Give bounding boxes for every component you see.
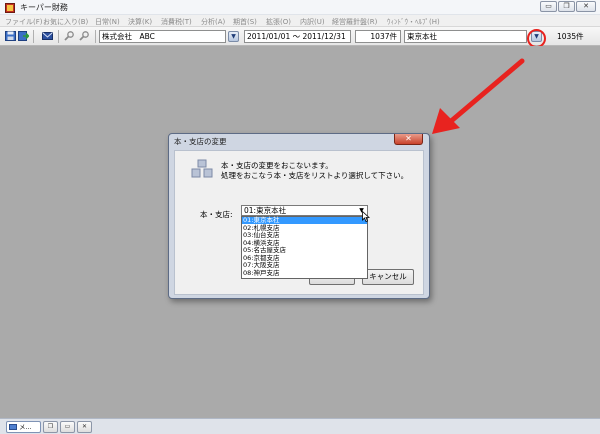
menu-analysis[interactable]: 分析(A) bbox=[201, 17, 225, 27]
app-icon bbox=[5, 3, 15, 13]
title-bar: キーパー財務 ▭ ❐ ✕ bbox=[0, 0, 600, 15]
branch-option[interactable]: 07:大阪支店 bbox=[242, 262, 367, 269]
dialog-close-button[interactable]: ✕ bbox=[394, 134, 423, 145]
menu-window-help[interactable]: ｳｨﾝﾄﾞｳ・ﾍﾙﾌﾟ(H) bbox=[387, 17, 440, 27]
menu-opening[interactable]: 期首(S) bbox=[233, 17, 257, 27]
menu-bar: ファイル(F) お気に入り(B) 日常(N) 決算(K) 消費税(T) 分析(A… bbox=[0, 15, 600, 27]
mouse-cursor-icon bbox=[362, 211, 370, 222]
menu-file[interactable]: ファイル(F) bbox=[5, 17, 43, 27]
minimized-window-label: メ... bbox=[19, 423, 32, 431]
maximize-mini-button[interactable]: ▭ bbox=[60, 421, 75, 433]
menu-favorites[interactable]: お気に入り(B) bbox=[43, 17, 88, 27]
minimized-window-bar: メ... ❐ ▭ ✕ bbox=[0, 418, 600, 434]
company-dropdown-button[interactable]: ▼ bbox=[228, 31, 239, 42]
period-field[interactable]: 2011/01/01 〜 2011/12/31 bbox=[244, 30, 351, 43]
branch-option[interactable]: 01:東京本社 bbox=[242, 217, 367, 224]
cancel-button[interactable]: キャンセル bbox=[362, 269, 414, 285]
close-mini-button[interactable]: ✕ bbox=[77, 421, 92, 433]
minimized-window-tab[interactable]: メ... bbox=[6, 421, 41, 433]
mail-icon[interactable] bbox=[42, 31, 53, 41]
branch-option[interactable]: 03:仙台支店 bbox=[242, 232, 367, 239]
annotation-arrow bbox=[432, 58, 525, 134]
restore-button[interactable]: ❐ bbox=[43, 421, 58, 433]
branch-option[interactable]: 05:名古屋支店 bbox=[242, 247, 367, 254]
menu-breakdown[interactable]: 内訳(U) bbox=[300, 17, 325, 27]
menu-consumption-tax[interactable]: 消費税(T) bbox=[161, 17, 192, 27]
dialog-message-line2: 処理をおこなう本・支店をリストより選択して下さい。 bbox=[221, 171, 409, 180]
branches-icon bbox=[191, 159, 213, 178]
toolbar: 株式会社 ABC ▼ 2011/01/01 〜 2011/12/31 1037件… bbox=[0, 27, 600, 46]
save-icon[interactable] bbox=[5, 31, 16, 41]
search-icon[interactable] bbox=[64, 31, 75, 41]
branch-field-label: 本・支店: bbox=[200, 210, 233, 219]
maximize-button[interactable]: ❐ bbox=[558, 1, 575, 12]
branch-option[interactable]: 08:神戸支店 bbox=[242, 269, 367, 277]
company-field[interactable]: 株式会社 ABC bbox=[99, 30, 226, 43]
minimize-button[interactable]: ▭ bbox=[540, 1, 557, 12]
menu-extension[interactable]: 拡張(O) bbox=[266, 17, 291, 27]
branch-select-value: 01:東京本社 bbox=[244, 206, 287, 215]
close-button[interactable]: ✕ bbox=[576, 1, 596, 12]
branch-option-list: 01:東京本社 02:札幌支店 03:仙台支店 04:横浜支店 05:名古屋支店… bbox=[241, 216, 368, 279]
branch-select[interactable]: 01:東京本社 ▼ bbox=[241, 205, 368, 216]
window-title: キーパー財務 bbox=[20, 3, 68, 12]
window-icon bbox=[9, 424, 17, 430]
branch-count: 1035件 bbox=[557, 32, 584, 41]
period-count: 1037件 bbox=[355, 30, 401, 43]
search-alt-icon[interactable] bbox=[79, 31, 90, 41]
menu-management-compass[interactable]: 経営羅針盤(R) bbox=[332, 17, 377, 27]
menu-daily[interactable]: 日常(N) bbox=[95, 17, 120, 27]
branch-field[interactable]: 東京本社 bbox=[404, 30, 527, 43]
dialog-title: 本・支店の変更 bbox=[174, 137, 227, 146]
menu-closing[interactable]: 決算(K) bbox=[128, 17, 152, 27]
import-icon[interactable] bbox=[18, 31, 29, 41]
